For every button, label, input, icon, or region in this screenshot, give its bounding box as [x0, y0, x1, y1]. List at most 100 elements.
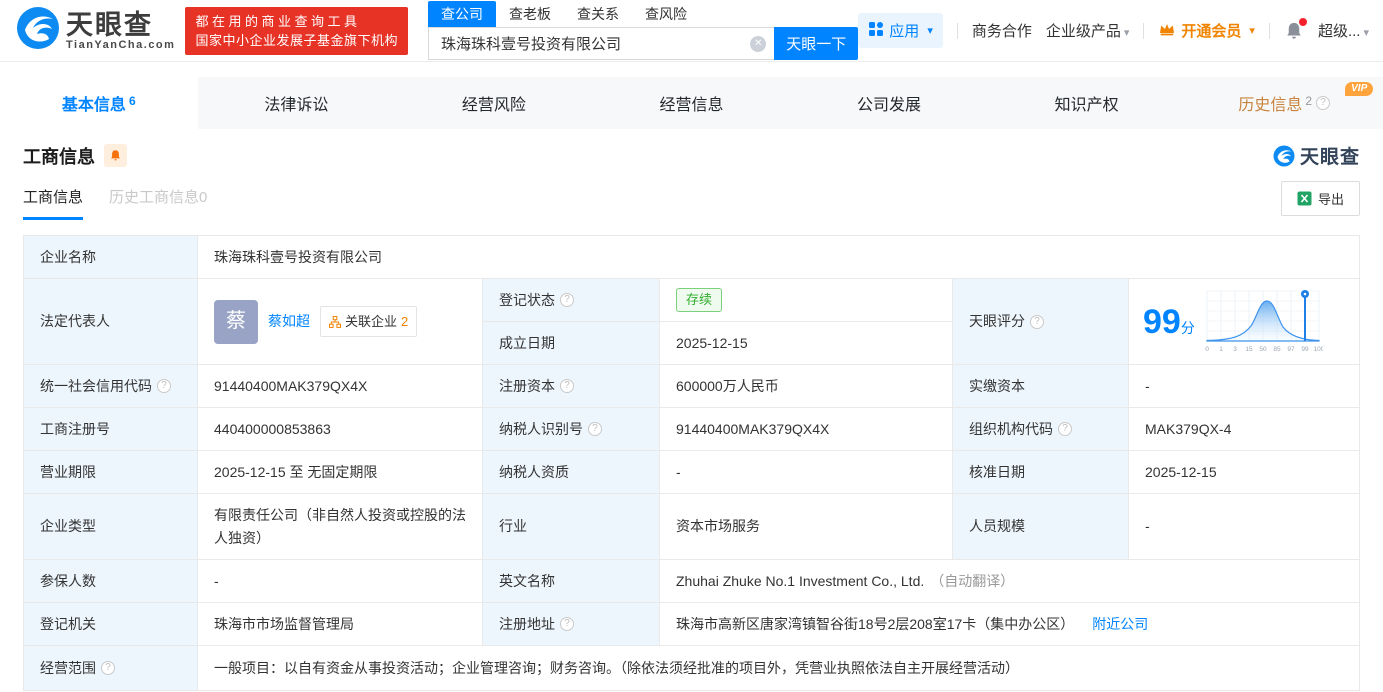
tab-company-development[interactable]: 公司发展 [790, 77, 988, 129]
svg-text:50: 50 [1259, 346, 1267, 353]
vip-badge: VIP [1345, 82, 1374, 96]
business-term-value: 2025-12-15 至 无固定期限 [198, 451, 483, 494]
svg-text:100: 100 [1313, 346, 1322, 353]
help-icon[interactable] [588, 422, 602, 436]
establish-date-label: 成立日期 [483, 322, 660, 365]
svg-text:3: 3 [1233, 346, 1237, 353]
auto-translate-note: （自动翻译） [930, 572, 1015, 589]
taxpayer-id-value: 91440400MAK379QX4X [660, 408, 953, 451]
reg-address-value: 珠海市高新区唐家湾镇智谷街18号2层208室17卡（集中办公区） 附近公司 [660, 603, 1359, 646]
credit-code-label: 统一社会信用代码 [24, 365, 198, 408]
promo-banner: 都在用的商业查询工具 国家中小企业发展子基金旗下机构 [185, 6, 408, 55]
help-icon[interactable] [560, 379, 574, 393]
header-menu: 应用 商务合作 企业级产品 开通会员 超级... [858, 13, 1369, 48]
divider [1143, 22, 1145, 39]
insured-count-value: - [198, 560, 483, 603]
industry-value: 资本市场服务 [660, 494, 953, 560]
insured-count-label: 参保人数 [24, 560, 198, 603]
legal-rep-name-link[interactable]: 蔡如超 [268, 310, 310, 333]
english-name-label: 英文名称 [483, 560, 660, 603]
paid-capital-value: - [1129, 365, 1359, 408]
business-scope-label: 经营范围 [24, 646, 198, 690]
help-icon[interactable] [1316, 96, 1331, 110]
status-badge: 存续 [676, 288, 723, 312]
tab-history-info[interactable]: VIP 历史信息 2 [1185, 77, 1383, 129]
subtab-business-info[interactable]: 工商信息 [23, 186, 84, 220]
svg-text:0: 0 [1205, 346, 1209, 353]
legal-rep-avatar[interactable]: 蔡 [214, 299, 258, 344]
subscribe-bell-button[interactable] [104, 144, 127, 167]
tab-legal-litigation[interactable]: 法律诉讼 [198, 77, 396, 129]
tianyancha-logo[interactable]: 天眼查 TianYanCha.com [16, 6, 175, 55]
business-coop-link[interactable]: 商务合作 [972, 20, 1032, 41]
notification-bell[interactable] [1284, 17, 1307, 41]
promo-line-1: 都在用的商业查询工具 [195, 13, 361, 29]
tab-basic-info[interactable]: 基本信息 6 [0, 77, 198, 129]
reg-capital-value: 600000万人民币 [660, 365, 953, 408]
search-area: 查公司 查老板 查关系 查风险 天眼一下 [427, 0, 859, 60]
svg-text:97: 97 [1287, 346, 1295, 353]
help-icon[interactable] [157, 379, 171, 393]
establish-date-value: 2025-12-15 [660, 322, 953, 365]
legal-rep-label: 法定代表人 [24, 279, 198, 365]
english-name-value: Zhuhai Zhuke No.1 Investment Co., Ltd. （自… [660, 560, 1359, 603]
enterprise-product-menu[interactable]: 企业级产品 [1046, 20, 1130, 41]
approval-date-value: 2025-12-15 [1129, 451, 1359, 494]
search-tab-relation[interactable]: 查关系 [564, 1, 632, 27]
help-icon[interactable] [1030, 314, 1044, 329]
taxpayer-id-label: 纳税人识别号 [483, 408, 660, 451]
credit-code-value: 91440400MAK379QX4X [198, 365, 483, 408]
section-title: 工商信息 [23, 146, 95, 167]
search-tab-boss[interactable]: 查老板 [496, 1, 564, 27]
help-icon[interactable] [101, 661, 115, 675]
org-code-label: 组织机构代码 [953, 408, 1129, 451]
company-type-value: 有限责任公司（非自然人投资或控股的法人独资） [198, 494, 483, 560]
reg-address-label: 注册地址 [483, 603, 660, 646]
org-chart-icon [329, 315, 341, 328]
score-marker-pin [1300, 289, 1309, 341]
open-vip-button[interactable]: 开通会员 [1158, 20, 1255, 41]
taxpayer-quality-value: - [660, 451, 953, 494]
industry-label: 行业 [483, 494, 660, 560]
reg-authority-label: 登记机关 [24, 603, 198, 646]
svg-text:99: 99 [1301, 346, 1309, 353]
svg-text:85: 85 [1273, 346, 1281, 353]
apps-button[interactable]: 应用 [858, 13, 943, 48]
legal-rep-value: 蔡 蔡如超 关联企业 2 [198, 279, 483, 365]
related-companies-badge[interactable]: 关联企业 2 [320, 306, 418, 337]
export-button[interactable]: 导出 [1280, 181, 1360, 216]
excel-icon [1297, 191, 1312, 206]
subtab-history-business-info[interactable]: 历史工商信息0 [109, 186, 207, 220]
crown-icon [1158, 21, 1176, 40]
staff-size-label: 人员规模 [953, 494, 1129, 560]
search-button[interactable]: 天眼一下 [774, 26, 859, 60]
nearby-companies-link[interactable]: 附近公司 [1092, 613, 1148, 636]
tab-operation-risk[interactable]: 经营风险 [395, 77, 593, 129]
super-vip-menu[interactable]: 超级... [1318, 20, 1369, 41]
score-number: 99 [1143, 302, 1181, 341]
tyc-score-value[interactable]: 99分 0 1 3 15 50 85 97 99 100 [1129, 279, 1359, 365]
company-type-label: 企业类型 [24, 494, 198, 560]
tianyancha-logo-icon [16, 6, 60, 55]
top-header: 天眼查 TianYanCha.com 都在用的商业查询工具 国家中小企业发展子基… [0, 0, 1383, 62]
clear-icon[interactable] [750, 35, 767, 52]
search-input[interactable] [427, 26, 775, 60]
company-name-label: 企业名称 [24, 236, 198, 279]
approval-date-label: 核准日期 [953, 451, 1129, 494]
reg-authority-value: 珠海市市场监督管理局 [198, 603, 483, 646]
tianyancha-logo-icon [1273, 145, 1295, 166]
search-tab-company[interactable]: 查公司 [427, 0, 496, 27]
logo-title: 天眼查 [66, 9, 153, 40]
bell-icon [111, 150, 120, 161]
help-icon[interactable] [1058, 422, 1072, 436]
search-tab-risk[interactable]: 查风险 [632, 1, 700, 27]
tab-intellectual-property[interactable]: 知识产权 [988, 77, 1186, 129]
business-scope-value: 一般项目：以自有资金从事投资活动；企业管理咨询；财务咨询。（除依法须经批准的项目… [198, 646, 1359, 690]
notification-dot [1298, 17, 1307, 26]
help-icon[interactable] [560, 617, 574, 631]
help-icon[interactable] [560, 293, 574, 307]
divider [956, 22, 958, 39]
reg-capital-label: 注册资本 [483, 365, 660, 408]
apps-grid-icon [868, 21, 884, 41]
tab-operation-info[interactable]: 经营信息 [593, 77, 791, 129]
